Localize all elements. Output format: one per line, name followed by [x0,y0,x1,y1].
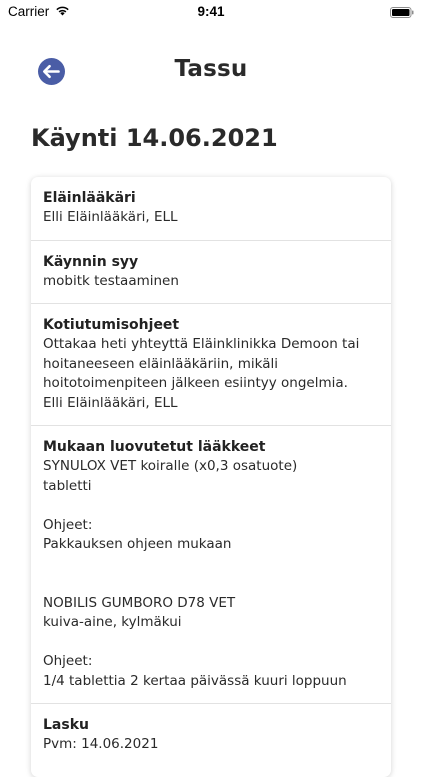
reason-value: mobitk testaaminen [43,272,179,289]
medicine-instructions-label: Ohjeet: [43,516,93,533]
medicine-name: SYNULOX VET koiralle (x0,3 osatuote) [43,458,298,474]
medicine-instructions-label: Ohjeet: [43,653,93,669]
visit-details-card: Eläinlääkäri Elli Eläinlääkäri, ELL Käyn… [31,177,391,777]
invoice-section: Lasku Pvm: 14.06.2021 [31,704,391,767]
medicine-item: NOBILIS GUMBORO D78 VET kuiva-aine, kylm… [43,594,379,692]
medicine-instructions: 1/4 tablettia 2 kertaa päivässä kuuri lo… [43,672,347,689]
visit-title: Käynti 14.06.2021 [31,124,278,152]
section-title-invoice: Lasku [43,717,89,733]
medicine-form: tabletti [43,477,92,494]
app-header: Tassu [0,52,422,92]
reason-section: Käynnin syy mobitk testaaminen [31,241,391,304]
vet-section: Eläinlääkäri Elli Eläinlääkäri, ELL [31,177,391,241]
medicine-instructions: Pakkauksen ohjeen mukaan [43,536,232,552]
battery-icon [390,6,414,18]
section-title-reason: Käynnin syy [43,253,139,270]
vet-name: Elli Eläinlääkäri, ELL [43,209,178,225]
status-bar: Carrier 9:41 [0,0,422,24]
medicine-name: NOBILIS GUMBORO D78 VET [43,594,236,611]
medicines-section: Mukaan luovutetut lääkkeet SYNULOX VET k… [31,426,391,704]
instructions-line: hoitotoimenpiteen jälkeen esiintyy ongel… [43,375,348,391]
instructions-line: Ottakaa heti yhteyttä Eläinklinikka Demo… [43,336,360,352]
page-title: Tassu [174,56,248,82]
instructions-signature: Elli Eläinlääkäri, ELL [43,394,178,411]
instructions-section: Kotiutumisohjeet Ottakaa heti yhteyttä E… [31,304,391,426]
status-time: 9:41 [197,4,225,19]
invoice-date: Pvm: 14.06.2021 [43,736,159,752]
section-title-medicines: Mukaan luovutetut lääkkeet [43,439,266,455]
medicine-item: SYNULOX VET koiralle (x0,3 osatuote) tab… [43,457,379,555]
section-title-instructions: Kotiutumisohjeet [43,317,180,333]
medicine-form: kuiva-aine, kylmäkui [43,614,182,630]
instructions-line: hoitaneeseen eläinlääkäriin, mikäli [43,355,279,372]
section-title-vet: Eläinlääkäri [43,190,136,206]
